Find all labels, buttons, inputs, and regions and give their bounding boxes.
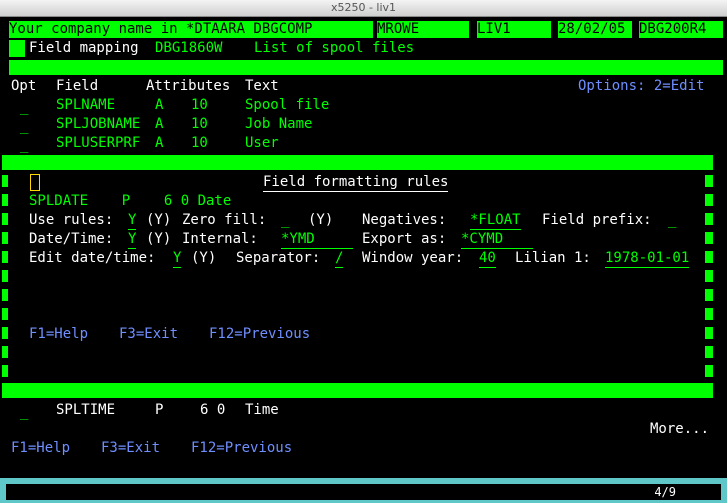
export-as-field[interactable]: *CYMD bbox=[461, 230, 533, 249]
popup-field-line: SPLDATE P 6 0 Date bbox=[29, 193, 232, 209]
window-year-label: Window year: bbox=[362, 250, 464, 266]
row-text: Time bbox=[245, 402, 279, 418]
header-separator-bar bbox=[9, 60, 723, 75]
row-option-input[interactable]: _ bbox=[20, 98, 28, 117]
screen-title: List of spool files bbox=[254, 40, 415, 56]
row-type: A bbox=[155, 116, 164, 132]
popup-f3-exit[interactable]: F3=Exit bbox=[119, 325, 178, 344]
row-length: 10 bbox=[191, 116, 208, 132]
internal-label: Internal: bbox=[182, 231, 258, 247]
edit-datetime-hint: (Y) bbox=[191, 250, 217, 266]
datetime-hint: (Y) bbox=[146, 231, 172, 247]
negatives-label: Negatives: bbox=[362, 212, 447, 228]
export-as-label: Export as: bbox=[362, 231, 447, 247]
company-name: Your company name in *DTAARA DBGCOMP bbox=[9, 21, 373, 38]
cursor-position: 4/9 bbox=[654, 485, 676, 499]
row-option-input[interactable]: _ bbox=[20, 136, 28, 155]
header-marker bbox=[9, 40, 25, 57]
row-field-name: SPLNAME bbox=[56, 97, 116, 113]
terminal-screen: Your company name in *DTAARA DBGCOMP MRO… bbox=[2, 18, 725, 478]
row-field-name: SPLJOBNAME bbox=[56, 116, 141, 132]
col-text-header: Text bbox=[245, 78, 279, 94]
edit-datetime-label: Edit date/time: bbox=[29, 250, 156, 266]
use-rules-field[interactable]: Y bbox=[128, 211, 137, 230]
lilian-field[interactable]: 1978-01-01 bbox=[605, 249, 690, 268]
internal-field[interactable]: *YMD bbox=[281, 230, 353, 249]
system-name: LIV1 bbox=[477, 21, 551, 38]
datetime-label: Date/Time: bbox=[29, 231, 114, 247]
window-titlebar: x5250 - liv1 bbox=[0, 0, 727, 17]
col-opt-header: Opt bbox=[11, 78, 37, 94]
status-bar: 4/9 bbox=[4, 482, 723, 502]
row-field-name: SPLUSERPRF bbox=[56, 135, 141, 151]
field-prefix-label: Field prefix: bbox=[542, 212, 652, 228]
f3-exit[interactable]: F3=Exit bbox=[101, 439, 160, 458]
popup-title: Field formatting rules bbox=[263, 174, 449, 192]
field-prefix-field[interactable]: _ bbox=[668, 211, 676, 230]
f1-help[interactable]: F1=Help bbox=[11, 439, 70, 458]
popup-bottom-border bbox=[2, 383, 713, 398]
col-attributes-header: Attributes bbox=[146, 78, 231, 94]
zero-fill-field[interactable]: _ bbox=[281, 211, 289, 230]
program-name: DBG200R4 bbox=[639, 21, 723, 38]
separator-field[interactable]: / bbox=[335, 249, 344, 268]
window-year-field[interactable]: 40 bbox=[479, 249, 496, 268]
options-hint: Options: 2=Edit bbox=[578, 78, 705, 94]
zero-fill-label: Zero fill: bbox=[182, 212, 267, 228]
row-text: Job Name bbox=[245, 116, 313, 132]
window-title: x5250 - liv1 bbox=[330, 1, 397, 14]
use-rules-hint: (Y) bbox=[146, 212, 172, 228]
popup-f12-previous[interactable]: F12=Previous bbox=[209, 325, 310, 344]
datetime-field[interactable]: Y bbox=[128, 230, 137, 249]
row-text: User bbox=[245, 135, 279, 151]
row-option-input[interactable]: _ bbox=[20, 403, 28, 422]
screen-id: DBG1860W bbox=[155, 40, 223, 56]
col-field-header: Field bbox=[56, 78, 99, 94]
popup-f1-help[interactable]: F1=Help bbox=[29, 325, 88, 344]
zero-fill-hint: (Y) bbox=[308, 212, 334, 228]
negatives-field[interactable]: *FLOAT bbox=[470, 211, 521, 230]
lilian-label: Lilian 1: bbox=[515, 250, 591, 266]
separator-label: Separator: bbox=[236, 250, 321, 266]
row-length: 10 bbox=[191, 97, 208, 113]
popup-top-border bbox=[2, 155, 713, 170]
header-date: 28/02/05 bbox=[558, 21, 632, 38]
screen-label: Field mapping bbox=[29, 40, 139, 56]
row-option-input[interactable]: _ bbox=[20, 117, 28, 136]
row-text: Spool file bbox=[245, 97, 330, 113]
row-field-name: SPLTIME bbox=[56, 402, 116, 418]
use-rules-label: Use rules: bbox=[29, 212, 114, 228]
row-type: A bbox=[155, 97, 164, 113]
row-type: P bbox=[155, 402, 164, 418]
user-name: MROWE bbox=[377, 21, 469, 38]
edit-datetime-field[interactable]: Y bbox=[173, 249, 182, 268]
text-cursor bbox=[30, 174, 40, 191]
f12-previous[interactable]: F12=Previous bbox=[191, 439, 292, 458]
row-type: A bbox=[155, 135, 164, 151]
row-length: 10 bbox=[191, 135, 208, 151]
more-indicator: More... bbox=[650, 421, 710, 437]
row-length: 6 0 bbox=[200, 402, 226, 418]
